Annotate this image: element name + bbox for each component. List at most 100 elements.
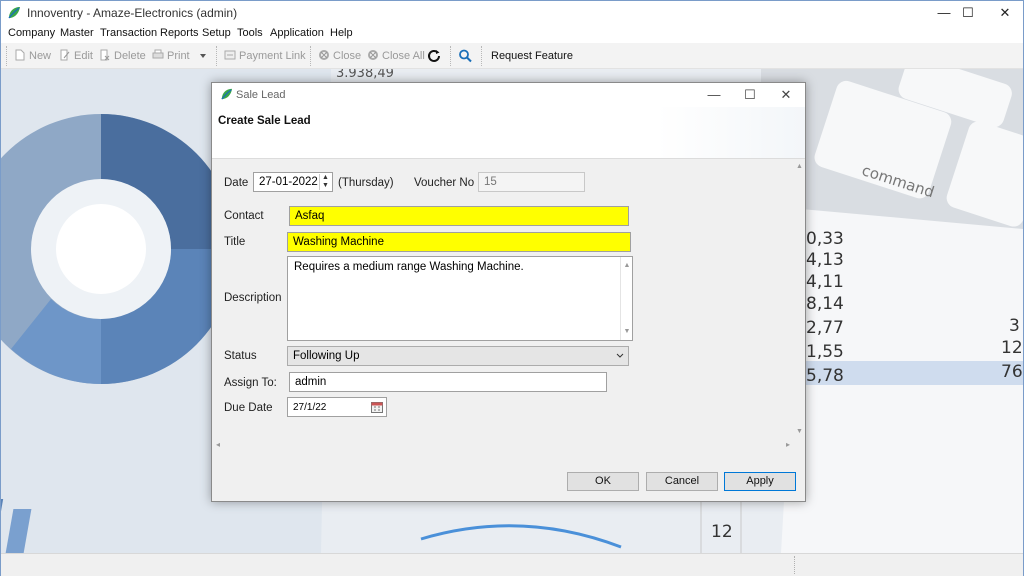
dialog-title: Sale Lead	[236, 89, 286, 101]
edit-button[interactable]: Edit	[59, 48, 93, 64]
dialog-heading: Create Sale Lead	[218, 115, 311, 127]
edit-icon	[60, 49, 70, 61]
toolbar-separator	[216, 46, 217, 66]
menu-setup[interactable]: Setup	[202, 27, 231, 39]
new-document-icon	[15, 49, 25, 61]
status-divider	[794, 556, 795, 574]
status-bar	[1, 553, 1023, 576]
leaf-logo-icon	[221, 88, 233, 100]
close-gear-icon	[319, 50, 329, 60]
voucher-no-field: 15	[478, 172, 585, 192]
payment-link-button[interactable]: Payment Link	[224, 48, 306, 64]
date-spinner[interactable]: ▲ ▼	[319, 174, 331, 190]
print-button[interactable]: Print	[152, 48, 190, 64]
menu-tools[interactable]: Tools	[237, 27, 263, 39]
delete-document-icon	[100, 49, 110, 61]
due-date-picker[interactable]: 27/1/22	[287, 397, 387, 417]
assign-to-field[interactable]: admin	[289, 372, 607, 392]
date-label: Date	[224, 177, 249, 189]
background-number: 0,33	[806, 229, 844, 249]
background-number: 3	[1009, 316, 1020, 336]
date-value: 27-01-2022	[259, 176, 318, 188]
background-number: 4,13	[806, 250, 844, 270]
refresh-icon	[428, 49, 440, 62]
refresh-button[interactable]	[427, 48, 442, 64]
new-button[interactable]: New	[14, 48, 51, 64]
search-button[interactable]	[458, 48, 473, 64]
menu-master[interactable]: Master	[60, 27, 94, 39]
description-value: Requires a medium range Washing Machine.	[294, 261, 524, 273]
request-feature-button[interactable]: Request Feature	[491, 48, 573, 64]
title-label: Title	[224, 236, 246, 248]
print-dropdown-arrow[interactable]	[199, 48, 207, 64]
delete-button[interactable]: Delete	[99, 48, 146, 64]
close-all-gear-icon	[368, 50, 378, 60]
toolbar-separator	[6, 46, 7, 66]
dialog-close-button[interactable]: ✕	[768, 83, 804, 107]
scroll-down-arrow-icon[interactable]: ▼	[621, 325, 633, 338]
background-number: 76	[1001, 362, 1023, 382]
date-input[interactable]: 27-01-2022 ▲ ▼	[253, 172, 333, 192]
new-label: New	[29, 50, 52, 62]
scroll-right-arrow-icon[interactable]: ▸	[786, 440, 790, 449]
menu-company[interactable]: Company	[8, 27, 55, 39]
sale-lead-dialog: Sale Lead — ☐ ✕ Create Sale Lead Date 27…	[211, 82, 806, 502]
dialog-maximize-button[interactable]: ☐	[732, 83, 768, 107]
description-scrollbar[interactable]: ▲ ▼	[620, 257, 632, 340]
payment-link-icon	[224, 50, 236, 60]
dialog-minimize-button[interactable]: —	[696, 83, 732, 107]
apply-button[interactable]: Apply	[724, 472, 796, 491]
dialog-header: Create Sale Lead	[212, 107, 805, 159]
menu-application[interactable]: Application	[270, 27, 324, 39]
voucher-no-label: Voucher No	[414, 177, 475, 189]
description-label: Description	[224, 292, 282, 304]
status-label: Status	[224, 350, 257, 362]
chevron-down-icon	[616, 353, 624, 358]
status-value: Following Up	[293, 350, 360, 362]
background-number: 12	[1001, 338, 1023, 358]
background-number: 8,14	[806, 294, 844, 314]
print-label: Print	[167, 50, 190, 62]
status-select[interactable]: Following Up	[287, 346, 629, 366]
chevron-down-icon	[200, 54, 206, 58]
close-all-label: Close All	[382, 50, 425, 62]
leaf-logo-icon	[8, 7, 20, 19]
scroll-up-arrow-icon[interactable]: ▲	[621, 259, 633, 272]
close-label: Close	[333, 50, 362, 62]
menu-bar: Company Master Transaction Reports Setup…	[1, 25, 1023, 43]
description-textarea[interactable]: Requires a medium range Washing Machine.…	[287, 256, 633, 341]
search-icon	[459, 49, 472, 63]
toolbar-separator	[450, 46, 451, 66]
due-date-label: Due Date	[224, 402, 273, 414]
close-window-button[interactable]: ✕	[982, 1, 1024, 25]
calendar-icon[interactable]	[371, 401, 383, 413]
background-number: 12	[711, 522, 733, 542]
menu-transaction[interactable]: Transaction	[100, 27, 157, 39]
contact-label: Contact	[224, 210, 264, 222]
printer-icon	[152, 49, 164, 59]
scroll-left-arrow-icon[interactable]: ◂	[216, 440, 220, 449]
form-horizontal-scrollbar[interactable]: ◂ ▸	[212, 438, 794, 452]
contact-field[interactable]: Asfaq	[289, 206, 629, 226]
close-button[interactable]: Close	[318, 48, 361, 64]
ok-button[interactable]: OK	[567, 472, 639, 491]
title-field[interactable]: Washing Machine	[287, 232, 631, 252]
window-title: Innoventry - Amaze-Electronics (admin)	[27, 6, 238, 20]
menu-help[interactable]: Help	[330, 27, 353, 39]
background-number: 1,55	[806, 342, 844, 362]
main-window: Innoventry - Amaze-Electronics (admin) —…	[0, 0, 1024, 576]
scroll-up-arrow-icon[interactable]: ▲	[796, 163, 803, 170]
dialog-title-bar: Sale Lead — ☐ ✕	[212, 83, 805, 107]
background-number: 3.938,49	[336, 69, 394, 81]
cancel-button[interactable]: Cancel	[646, 472, 718, 491]
weekday-label: (Thursday)	[338, 177, 394, 189]
scroll-down-arrow-icon[interactable]: ▼	[796, 428, 803, 435]
dialog-form: Date 27-01-2022 ▲ ▼ (Thursday) Voucher No…	[212, 160, 805, 460]
toolbar: New Edit Delete Print Payment Link Close…	[1, 43, 1023, 69]
menu-reports[interactable]: Reports	[160, 27, 199, 39]
assign-to-label: Assign To:	[224, 377, 277, 389]
form-vertical-scrollbar[interactable]: ▲ ▼	[794, 160, 805, 438]
background-number: 2,77	[806, 318, 844, 338]
close-all-button[interactable]: Close All	[367, 48, 425, 64]
edit-label: Edit	[74, 50, 93, 62]
